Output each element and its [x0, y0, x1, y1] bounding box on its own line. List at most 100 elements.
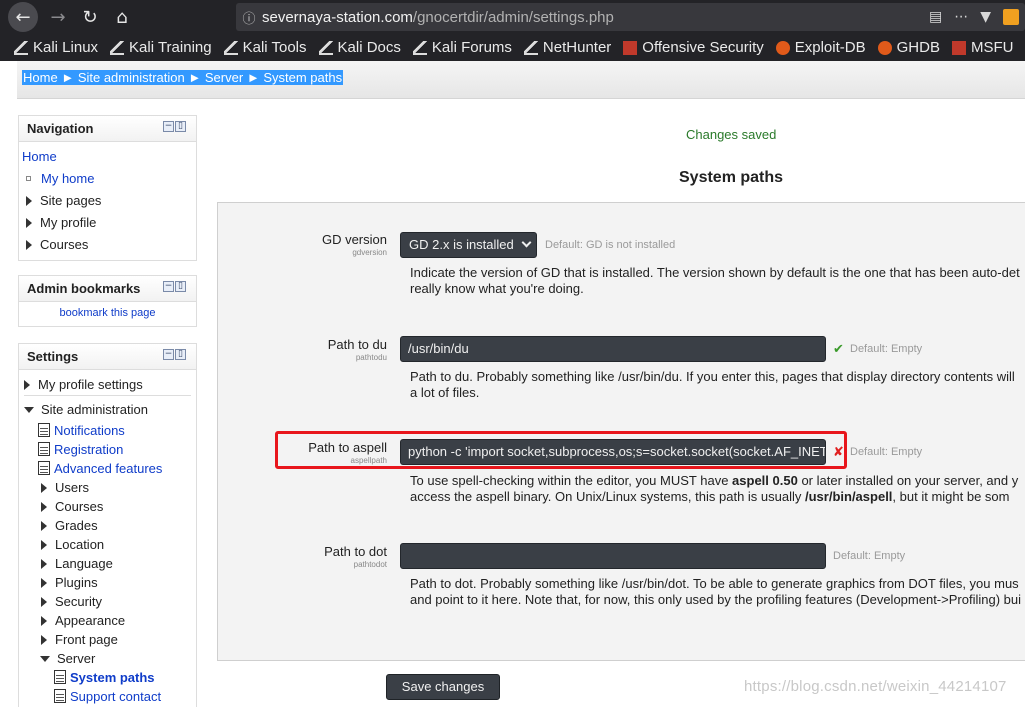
expand-arrow-icon[interactable] [26, 196, 32, 206]
bookmark-kali-tools[interactable]: Kali Tools [223, 39, 307, 56]
expand-arrow-icon[interactable] [41, 578, 47, 588]
gdversion-label: GD version gdversion [321, 232, 387, 257]
settings-server[interactable]: Server [57, 651, 95, 666]
breadcrumb: Home ► Site administration ► Server ► Sy… [22, 70, 344, 85]
settings-appearance[interactable]: Appearance [55, 613, 125, 628]
nav-site-pages[interactable]: Site pages [40, 193, 101, 208]
aspellpath-label: Path to aspell aspellpath [308, 440, 387, 465]
forward-arrow-icon[interactable]: → [44, 3, 72, 31]
gdversion-description: Indicate the version of GD that is insta… [410, 265, 1020, 296]
aspellpath-description: To use spell-checking within the editor,… [410, 473, 1019, 504]
document-icon [38, 442, 50, 456]
navbar: Home ► Site administration ► Server ► Sy… [17, 61, 1025, 99]
aspellpath-input[interactable]: python -c 'import socket,subprocess,os;s… [400, 439, 826, 465]
navigation-title: Navigation [27, 121, 94, 136]
nav-my-home-link[interactable]: My home [41, 171, 94, 186]
back-arrow-icon[interactable]: ← [8, 2, 38, 32]
url-bar[interactable]: ⓘ severnaya-station.com/gnocertdir/admin… [236, 3, 1025, 31]
dock-icon[interactable]: ▯ [175, 121, 186, 132]
document-icon [54, 689, 66, 703]
settings-users[interactable]: Users [55, 480, 89, 495]
navigation-block: Navigation − ▯ Home My home Site pages My… [18, 115, 197, 261]
watermark: https://blog.csdn.net/weixin_44214107 [744, 678, 1007, 695]
pocket-icon[interactable]: ▼ [980, 9, 991, 25]
collapse-icon[interactable]: − [163, 281, 174, 292]
expand-arrow-icon[interactable] [41, 559, 47, 569]
bookmark-kali-docs[interactable]: Kali Docs [318, 39, 401, 56]
pathtodu-input[interactable]: /usr/bin/du [400, 336, 826, 362]
bookmark-msfu[interactable]: MSFU [951, 39, 1013, 56]
info-icon[interactable]: ⓘ [236, 8, 262, 27]
settings-plugins[interactable]: Plugins [55, 575, 98, 590]
msfu-icon [951, 40, 966, 55]
settings-courses[interactable]: Courses [55, 499, 103, 514]
pathtodot-input[interactable] [400, 543, 826, 569]
kali-dragon-icon [110, 40, 125, 55]
check-icon: ✔ [833, 342, 844, 357]
settings-advanced-features[interactable]: Advanced features [54, 461, 162, 476]
settings-front-page[interactable]: Front page [55, 632, 118, 647]
bookmark-exploit-db[interactable]: Exploit-DB [775, 39, 866, 56]
settings-grades[interactable]: Grades [55, 518, 98, 533]
expand-arrow-icon[interactable] [41, 502, 47, 512]
expand-arrow-icon[interactable] [24, 380, 30, 390]
settings-system-paths[interactable]: System paths [70, 670, 155, 685]
expand-arrow-icon[interactable] [26, 218, 32, 228]
reader-view-icon[interactable]: ▤ [929, 9, 942, 25]
home-icon[interactable]: ⌂ [108, 3, 136, 31]
document-icon [38, 423, 50, 437]
expand-arrow-icon[interactable] [41, 521, 47, 531]
gdversion-default: Default: GD is not installed [545, 239, 676, 251]
kali-dragon-icon [318, 40, 333, 55]
breadcrumb-home[interactable]: Home [23, 70, 58, 85]
collapse-arrow-icon[interactable] [40, 656, 50, 662]
kali-dragon-icon [223, 40, 238, 55]
save-changes-button[interactable]: Save changes [386, 674, 500, 700]
breadcrumb-site-admin[interactable]: Site administration [78, 70, 185, 85]
bookmark-kali-linux[interactable]: Kali Linux [14, 39, 98, 56]
pathtodu-label: Path to du pathtodu [327, 337, 387, 362]
breadcrumb-server[interactable]: Server [205, 70, 243, 85]
settings-my-profile[interactable]: My profile settings [38, 377, 143, 392]
reload-icon[interactable]: ↻ [76, 3, 104, 31]
dock-icon[interactable]: ▯ [175, 281, 186, 292]
more-actions-icon[interactable]: ⋯ [954, 9, 968, 25]
bookmark-offensive-security[interactable]: Offensive Security [623, 39, 764, 56]
kali-dragon-icon [14, 40, 28, 55]
expand-arrow-icon[interactable] [41, 597, 47, 607]
bookmark-kali-training[interactable]: Kali Training [110, 39, 212, 56]
expand-arrow-icon[interactable] [41, 540, 47, 550]
expand-arrow-icon[interactable] [41, 616, 47, 626]
collapse-icon[interactable]: − [163, 121, 174, 132]
settings-support-contact[interactable]: Support contact [70, 689, 161, 704]
nav-courses[interactable]: Courses [40, 237, 88, 252]
collapse-icon[interactable]: − [163, 349, 174, 360]
document-icon [38, 461, 50, 475]
gdversion-select[interactable]: GD 2.x is installed [400, 232, 537, 258]
settings-registration[interactable]: Registration [54, 442, 123, 457]
bookmark-ghdb[interactable]: GHDB [877, 39, 940, 56]
url-text[interactable]: severnaya-station.com/gnocertdir/admin/s… [262, 9, 614, 26]
admin-bookmarks-title: Admin bookmarks [27, 281, 141, 296]
expand-arrow-icon[interactable] [41, 635, 47, 645]
bookmark-kali-forums[interactable]: Kali Forums [412, 39, 512, 56]
pathtodot-default: Default: Empty [833, 550, 906, 562]
dock-icon[interactable]: ▯ [175, 349, 186, 360]
settings-language[interactable]: Language [55, 556, 113, 571]
nav-my-profile[interactable]: My profile [40, 215, 96, 230]
ghdb-icon [877, 40, 892, 55]
page-content: Home ► Site administration ► Server ► Sy… [0, 61, 1025, 707]
bookmark-this-page-link[interactable]: bookmark this page [60, 307, 156, 319]
extension-icon[interactable] [1003, 9, 1019, 25]
bookmark-nethunter[interactable]: NetHunter [523, 39, 611, 56]
nav-home-link[interactable]: Home [22, 149, 57, 164]
expand-arrow-icon[interactable] [41, 483, 47, 493]
settings-location[interactable]: Location [55, 537, 104, 552]
breadcrumb-current[interactable]: System paths [263, 70, 342, 85]
collapse-arrow-icon[interactable] [24, 407, 34, 413]
status-message: Changes saved [686, 127, 777, 142]
settings-site-admin[interactable]: Site administration [41, 402, 148, 417]
settings-notifications[interactable]: Notifications [54, 423, 125, 438]
expand-arrow-icon[interactable] [26, 240, 32, 250]
settings-security[interactable]: Security [55, 594, 102, 609]
